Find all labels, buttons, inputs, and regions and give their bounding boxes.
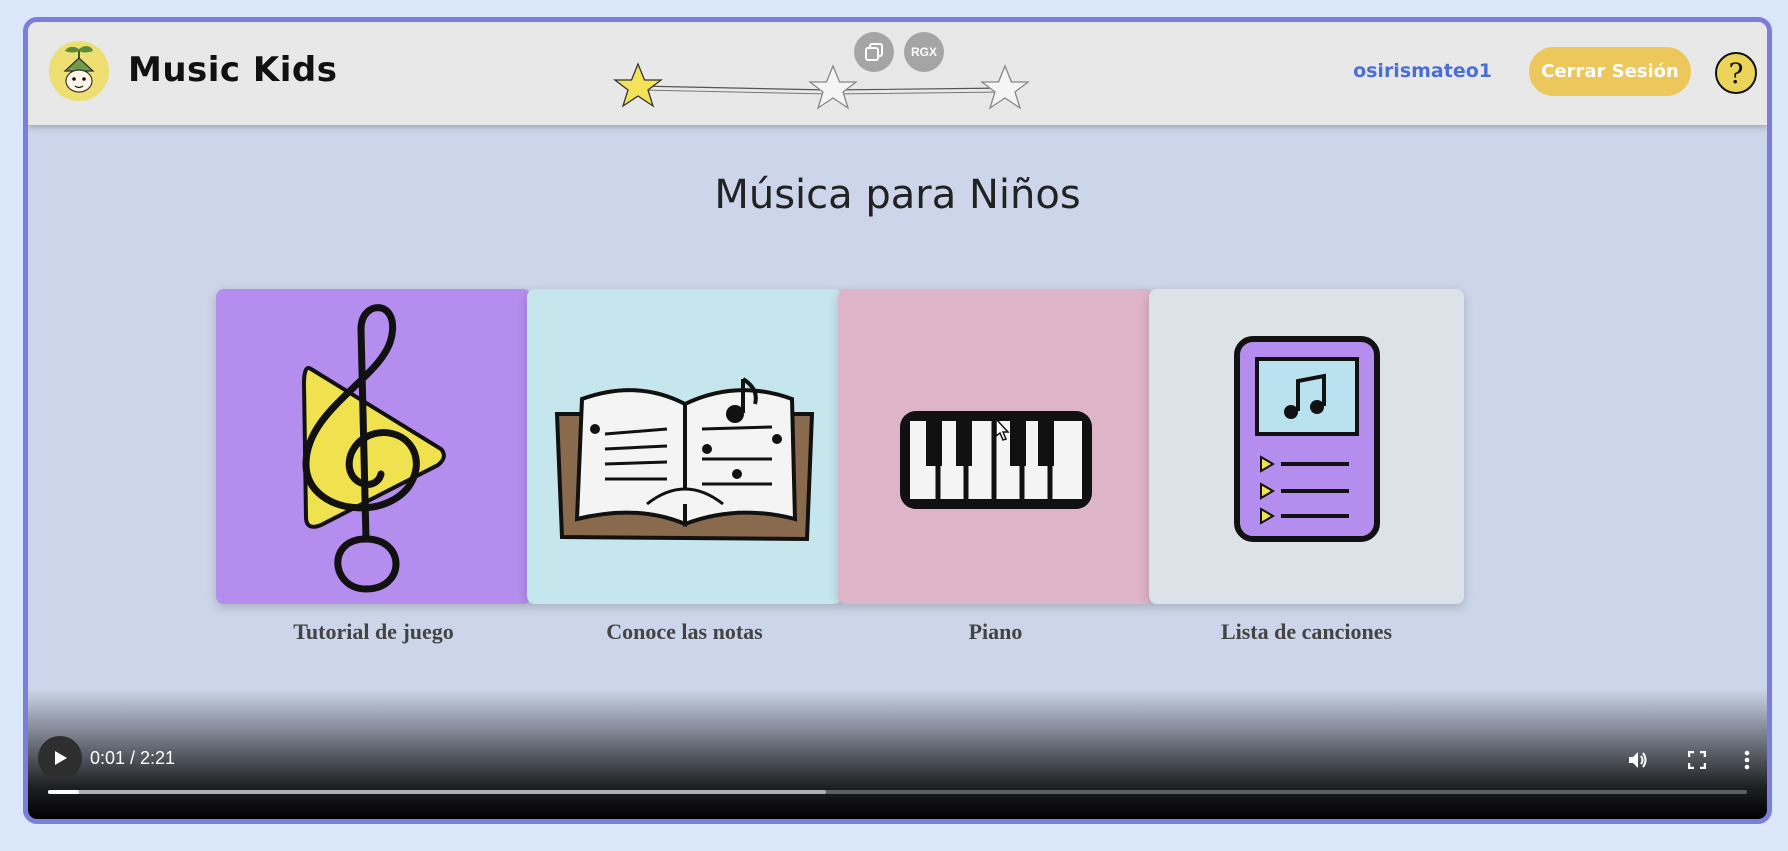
help-button[interactable]: ?	[1715, 52, 1757, 94]
card-label-piano[interactable]: Piano	[838, 619, 1153, 645]
copy-icon	[865, 43, 883, 61]
video-controls-bar: 0:01 / 2:21	[28, 689, 1767, 819]
volume-icon	[1629, 752, 1647, 768]
play-button[interactable]	[38, 736, 82, 780]
copy-overlay-button[interactable]	[854, 32, 894, 72]
more-options-button[interactable]	[1732, 745, 1762, 775]
treble-clef-play-icon	[301, 304, 446, 593]
username-link[interactable]: osirismateo1	[1353, 60, 1492, 82]
fullscreen-button[interactable]	[1682, 745, 1712, 775]
card-label-notes[interactable]: Conoce las notas	[527, 619, 842, 645]
volume-button[interactable]	[1623, 745, 1653, 775]
progress-stars	[608, 40, 1068, 120]
logout-button[interactable]: Cerrar Sesión	[1529, 47, 1691, 96]
star-filled-icon	[613, 62, 663, 108]
time-display: 0:01 / 2:21	[90, 748, 176, 768]
played-range	[48, 790, 79, 794]
star-empty-icon	[808, 64, 858, 110]
play-icon	[55, 751, 67, 765]
rgx-overlay-button[interactable]: RGX	[904, 32, 944, 72]
sprout-mascot-icon	[49, 41, 109, 101]
top-bar: Music Kids RGX osirismateo1 Cerrar Sesió…	[28, 22, 1767, 125]
app-frame: Music Kids RGX osirismateo1 Cerrar Sesió…	[23, 17, 1772, 824]
card-songs[interactable]	[1149, 289, 1464, 604]
card-piano[interactable]	[838, 289, 1153, 604]
question-mark-icon: ?	[1728, 56, 1744, 90]
more-vertical-icon	[1744, 750, 1750, 770]
card-label-tutorial[interactable]: Tutorial de juego	[216, 619, 531, 645]
playlist-device-icon	[1234, 336, 1380, 542]
card-tutorial[interactable]	[216, 289, 531, 604]
card-label-songs[interactable]: Lista de canciones	[1149, 619, 1464, 645]
music-book-icon	[554, 377, 815, 542]
page-title: Música para Niños	[714, 172, 1081, 218]
logo[interactable]	[49, 41, 109, 101]
video-progress-bar[interactable]	[48, 790, 1747, 794]
buffered-range	[48, 790, 827, 794]
app-title: Music Kids	[128, 50, 338, 90]
star-empty-icon	[980, 64, 1030, 110]
piano-keys-icon	[900, 411, 1092, 509]
card-notes[interactable]	[527, 289, 842, 604]
fullscreen-icon	[1688, 751, 1706, 769]
